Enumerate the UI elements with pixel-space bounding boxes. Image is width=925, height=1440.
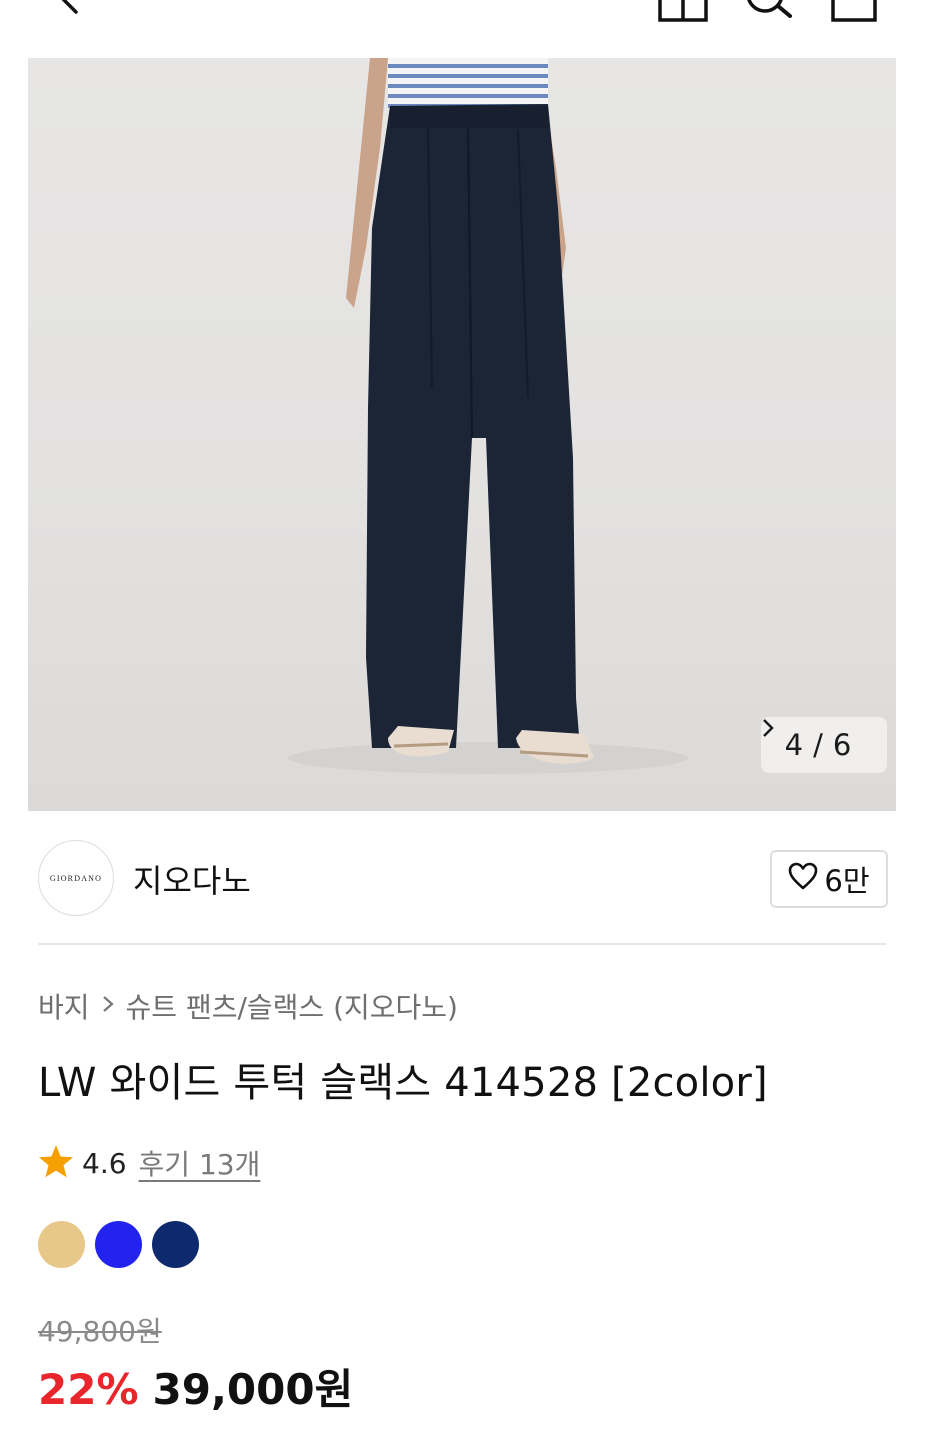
image-page-counter[interactable]: 4 / 6: [761, 717, 887, 773]
brand-logo-text: GIORDANO: [49, 873, 103, 883]
sale-price: 39,000원: [152, 1365, 354, 1414]
like-button[interactable]: 6만: [770, 850, 888, 908]
breadcrumb: 바지 슈트 팬츠/슬랙스 (지오다노): [38, 986, 458, 1026]
rating-value: 4.6: [82, 1146, 127, 1180]
total-pages: 6: [832, 728, 852, 762]
color-swatch-navy[interactable]: [152, 1221, 199, 1268]
breadcrumb-subcategory[interactable]: 슈트 팬츠/슬랙스 (지오다노): [126, 986, 458, 1026]
color-swatch-beige[interactable]: [38, 1221, 85, 1268]
review-link[interactable]: 후기 13개: [139, 1143, 261, 1183]
current-page: 4: [784, 728, 804, 762]
product-title: LW 와이드 투턱 슬랙스 414528 [2color]: [38, 1060, 768, 1106]
brand-logo[interactable]: GIORDANO: [38, 840, 114, 916]
product-image-carousel[interactable]: 4 / 6: [28, 58, 896, 811]
section-divider: [38, 943, 886, 945]
chevron-right-icon: [102, 992, 114, 1020]
discount-rate: 22%: [38, 1365, 139, 1414]
product-photo: [288, 58, 688, 774]
original-price: 49,800원: [38, 1315, 162, 1348]
brand-row: GIORDANO 지오다노 6만: [38, 840, 888, 916]
store-icon[interactable]: [655, 0, 711, 24]
breadcrumb-category[interactable]: 바지: [38, 986, 90, 1026]
heart-icon: [788, 862, 818, 897]
brand-name[interactable]: 지오다노: [133, 856, 251, 902]
like-count: 6만: [824, 864, 870, 898]
rating-row: 4.6 후기 13개: [38, 1143, 260, 1183]
top-nav-bar: [0, 0, 925, 50]
price-row: 22% 39,000원: [38, 1356, 353, 1417]
cart-icon[interactable]: [828, 0, 880, 24]
back-icon[interactable]: [40, 0, 90, 20]
search-icon[interactable]: [742, 0, 794, 22]
star-icon: [38, 1144, 74, 1182]
color-swatch-blue[interactable]: [95, 1221, 142, 1268]
page-separator: /: [813, 728, 823, 762]
color-swatches: [38, 1221, 199, 1268]
